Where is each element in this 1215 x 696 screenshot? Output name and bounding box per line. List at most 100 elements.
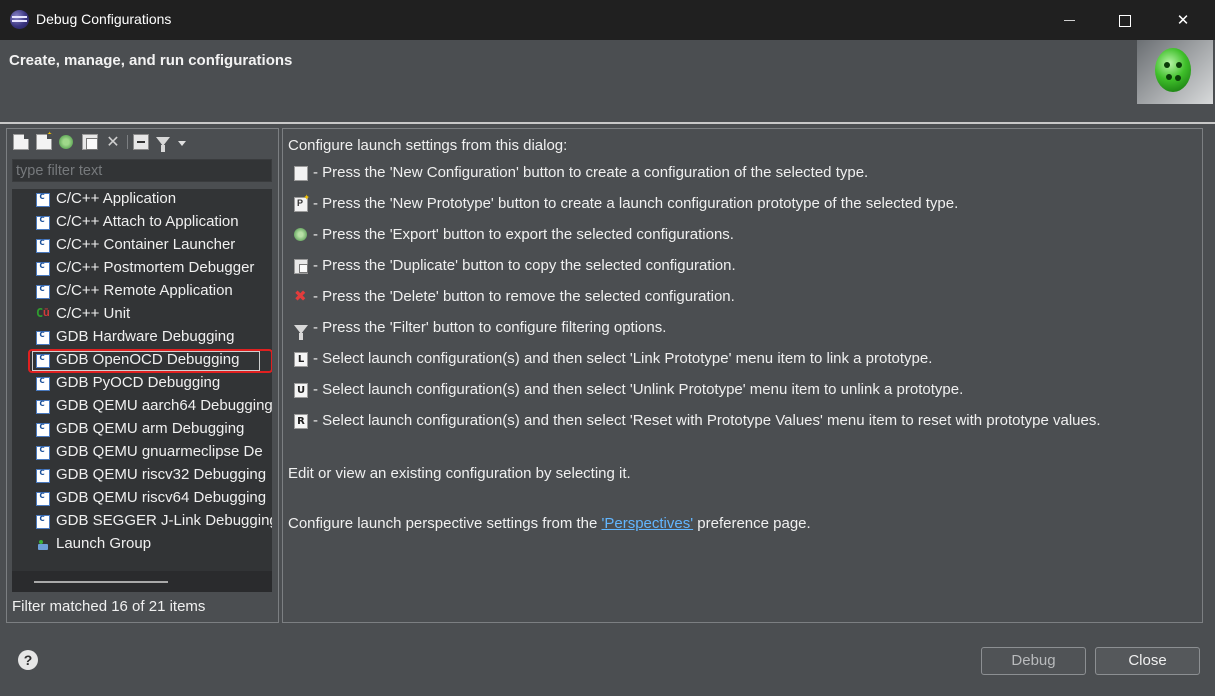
new-prototype-button[interactable] — [36, 130, 53, 150]
tree-item-cpp-application[interactable]: C/C++ Application — [12, 189, 272, 211]
instruction-text: - Select launch configuration(s) and the… — [313, 381, 964, 398]
scrollbar-thumb[interactable] — [34, 581, 168, 583]
tree-item-gdb-qemu-aarch64[interactable]: GDB QEMU aarch64 Debugging — [12, 396, 272, 418]
close-window-button[interactable]: ✕ — [1154, 0, 1212, 40]
debug-button[interactable]: Debug — [981, 647, 1086, 675]
tree-item-label: GDB SEGGER J-Link Debugging — [56, 512, 272, 529]
c-config-icon — [36, 237, 50, 253]
duplicate-button[interactable] — [82, 134, 98, 150]
delete-icon — [294, 287, 308, 305]
help-icon: ? — [23, 652, 33, 668]
header-divider — [0, 122, 1215, 124]
filter-menu-button[interactable] — [178, 141, 186, 146]
tree-item-label: GDB OpenOCD Debugging — [56, 351, 240, 368]
instruction-text: - Press the 'Duplicate' button to copy t… — [313, 257, 736, 274]
instruction-text: - Select launch configuration(s) and the… — [313, 412, 1101, 429]
toolbar-separator — [127, 135, 128, 149]
instruction-text: - Press the 'New Configuration' button t… — [313, 164, 869, 181]
configuration-tree[interactable]: C/C++ Application C/C++ Attach to Applic… — [12, 189, 272, 571]
tree-item-gdb-openocd[interactable]: GDB OpenOCD Debugging — [12, 349, 272, 373]
collapse-all-button[interactable] — [133, 134, 149, 150]
tree-item-cpp-attach[interactable]: C/C++ Attach to Application — [12, 212, 272, 234]
horizontal-scrollbar[interactable] — [12, 571, 272, 592]
tree-item-gdb-qemu-riscv64[interactable]: GDB QEMU riscv64 Debugging — [12, 488, 272, 510]
tree-item-gdb-qemu-gnuarmeclipse[interactable]: GDB QEMU gnuarmeclipse De — [12, 442, 272, 464]
tree-item-gdb-qemu-arm[interactable]: GDB QEMU arm Debugging — [12, 419, 272, 441]
filter-status: Filter matched 16 of 21 items — [12, 598, 206, 615]
tree-item-label: GDB PyOCD Debugging — [56, 374, 221, 391]
c-config-icon — [36, 375, 50, 391]
export-icon — [294, 228, 307, 241]
header-banner — [1137, 40, 1213, 104]
minimize-icon — [1063, 20, 1075, 21]
bug-spot — [1176, 62, 1182, 68]
edit-hint-text: Edit or view an existing configuration b… — [288, 465, 631, 482]
tree-item-cpp-unit[interactable]: C/C++ Unit — [12, 304, 272, 326]
close-button[interactable]: Close — [1095, 647, 1200, 675]
new-configuration-button[interactable] — [13, 134, 29, 150]
tree-item-label: GDB QEMU riscv64 Debugging — [56, 489, 267, 506]
bug-spot — [1175, 75, 1181, 81]
filter-icon — [294, 325, 308, 340]
intro-text: Configure launch settings from this dial… — [288, 137, 568, 154]
maximize-button[interactable] — [1096, 0, 1154, 40]
maximize-icon — [1119, 14, 1131, 27]
tree-item-gdb-segger-jlink[interactable]: GDB SEGGER J-Link Debugging — [12, 511, 272, 533]
debug-configurations-window: Debug Configurations ✕ Create, manage, a… — [0, 0, 1215, 696]
filter-input[interactable] — [12, 159, 272, 182]
tree-item-launch-group[interactable]: Launch Group — [12, 534, 272, 556]
header-title: Create, manage, and run configurations — [9, 52, 293, 69]
tree-item-label: GDB QEMU aarch64 Debugging — [56, 397, 272, 414]
eclipse-icon — [10, 10, 29, 29]
tree-item-label: C/C++ Postmortem Debugger — [56, 259, 255, 276]
c-unit-icon — [36, 306, 50, 322]
new-doc-icon — [294, 166, 308, 181]
delete-button[interactable]: ✕ — [105, 134, 121, 150]
tree-item-gdb-pyocd[interactable]: GDB PyOCD Debugging — [12, 373, 272, 395]
reset-prototype-icon: R — [294, 414, 308, 429]
c-config-icon — [36, 329, 50, 345]
bug-spot — [1164, 62, 1170, 68]
perspective-hint: Configure launch perspective settings fr… — [288, 515, 811, 532]
tree-item-label: C/C++ Application — [56, 190, 177, 207]
perspectives-link[interactable]: 'Perspectives' — [602, 515, 694, 532]
new-prototype-icon — [294, 193, 310, 212]
title-bar: Debug Configurations ✕ — [0, 0, 1215, 40]
tree-item-cpp-container[interactable]: C/C++ Container Launcher — [12, 235, 272, 257]
c-config-icon — [36, 283, 50, 299]
tree-item-label: GDB QEMU arm Debugging — [56, 420, 245, 437]
tree-item-label: C/C++ Attach to Application — [56, 213, 239, 230]
instruction-text: - Select launch configuration(s) and the… — [313, 350, 933, 367]
c-config-icon — [36, 513, 50, 529]
link-prototype-icon: L — [294, 352, 308, 367]
perspective-hint-suffix: preference page. — [693, 515, 811, 532]
tree-item-cpp-remote[interactable]: C/C++ Remote Application — [12, 281, 272, 303]
c-config-icon — [36, 467, 50, 483]
export-button[interactable] — [59, 135, 73, 149]
instruction-text: - Press the 'New Prototype' button to cr… — [313, 195, 959, 212]
tree-item-label: Launch Group — [56, 535, 152, 552]
c-config-icon — [36, 352, 50, 368]
minimize-button[interactable] — [1040, 0, 1098, 40]
tree-item-label: GDB Hardware Debugging — [56, 328, 235, 345]
c-config-icon — [36, 421, 50, 437]
unlink-prototype-icon: U — [294, 383, 308, 398]
tree-item-label: C/C++ Unit — [56, 305, 131, 322]
tree-item-cpp-postmortem[interactable]: C/C++ Postmortem Debugger — [12, 258, 272, 280]
tree-item-gdb-hardware[interactable]: GDB Hardware Debugging — [12, 327, 272, 349]
c-config-icon — [36, 260, 50, 276]
filter-button[interactable] — [156, 137, 170, 152]
dialog-header: Create, manage, and run configurations — [0, 40, 1215, 124]
c-config-icon — [36, 490, 50, 506]
tree-item-gdb-qemu-riscv32[interactable]: GDB QEMU riscv32 Debugging — [12, 465, 272, 487]
instruction-text: - Press the 'Delete' button to remove th… — [313, 288, 735, 305]
tree-item-label: C/C++ Container Launcher — [56, 236, 236, 253]
close-icon: ✕ — [1176, 11, 1190, 29]
tree-item-label: GDB QEMU gnuarmeclipse De — [56, 443, 263, 460]
configurations-panel: ✕ C/C++ Application C/C++ Attach to Appl… — [6, 128, 279, 623]
c-config-icon — [36, 214, 50, 230]
c-config-icon — [36, 398, 50, 414]
help-button[interactable]: ? — [18, 650, 38, 670]
tree-item-label: C/C++ Remote Application — [56, 282, 233, 299]
launch-group-icon — [36, 538, 50, 552]
